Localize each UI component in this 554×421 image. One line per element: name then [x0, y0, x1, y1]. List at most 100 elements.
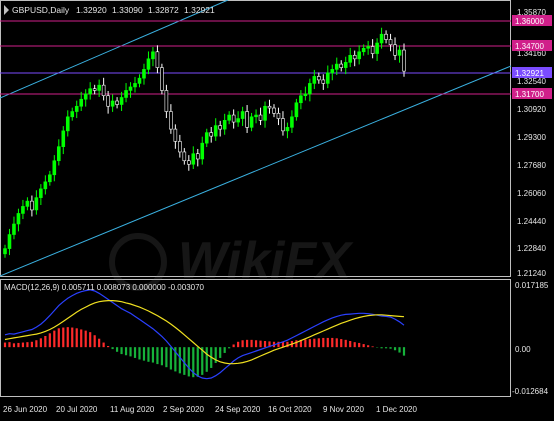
macd-axis: 0.017185 0.00 -0.012684: [512, 281, 549, 396]
candle: [34, 190, 39, 215]
candle-body: [92, 88, 97, 91]
time-tick-label: 1 Dec 2020: [376, 405, 417, 414]
candle: [308, 78, 312, 102]
candle: [155, 45, 160, 74]
candle-body: [402, 49, 406, 72]
candle-body: [173, 128, 178, 142]
candle: [370, 39, 375, 59]
candle: [52, 155, 57, 182]
price-tick-label: 1.32540: [517, 77, 546, 86]
candle: [343, 56, 348, 75]
candle: [101, 77, 106, 101]
candle: [30, 195, 34, 217]
candle: [160, 63, 164, 95]
ohlc-high: 1.33090: [112, 5, 143, 15]
candle-body: [325, 72, 330, 84]
candle-body: [191, 153, 196, 165]
price-tick-label: 1.26060: [517, 189, 546, 198]
candle-body: [169, 111, 173, 130]
candle-body: [366, 46, 370, 49]
candle: [379, 27, 384, 49]
candle: [115, 97, 119, 109]
candle: [21, 199, 25, 220]
candle-body: [339, 63, 344, 68]
candle-body: [43, 181, 48, 190]
candle-body: [384, 33, 388, 40]
candle: [231, 109, 236, 129]
candle-body: [388, 39, 393, 46]
candle-body: [70, 111, 75, 118]
candle: [48, 170, 52, 186]
candle: [321, 74, 326, 90]
candle-body: [16, 213, 21, 225]
candle: [191, 146, 196, 169]
candle: [92, 84, 97, 95]
time-tick-label: 9 Nov 2020: [323, 405, 364, 414]
candle-body: [12, 223, 16, 235]
candle: [142, 63, 146, 85]
candle-body: [308, 83, 312, 95]
candle-body: [397, 49, 402, 56]
candle-body: [25, 200, 30, 207]
candle-body: [101, 84, 106, 97]
candle: [254, 109, 258, 124]
candle: [88, 82, 92, 100]
time-tick-label: 16 Oct 2020: [268, 405, 312, 414]
candle: [169, 104, 173, 134]
candle: [375, 38, 379, 61]
candle: [146, 51, 151, 75]
candle-body: [56, 146, 61, 162]
candle: [83, 89, 88, 107]
candle-body: [3, 248, 7, 255]
level-tag-134700: 1.34700: [515, 42, 544, 51]
candle-body: [74, 105, 79, 112]
macd-tick-label: 0.017185: [515, 281, 549, 290]
candle-body: [317, 76, 321, 81]
candle-body: [240, 111, 245, 119]
candle-body: [379, 33, 384, 44]
candle-body: [285, 127, 290, 132]
candle-body: [195, 153, 200, 160]
candle: [245, 105, 249, 133]
macd-main-line: [4, 289, 405, 380]
candle-body: [21, 206, 25, 214]
candle: [16, 208, 21, 232]
candle-body: [352, 55, 357, 60]
candle: [79, 91, 84, 112]
candle-body: [357, 51, 361, 60]
candle: [61, 126, 66, 155]
candle: [285, 122, 290, 139]
candle: [195, 148, 200, 167]
candle-body: [106, 95, 110, 107]
candle: [119, 91, 124, 112]
candle: [128, 82, 133, 98]
candle-body: [227, 114, 231, 121]
candle: [402, 43, 406, 77]
candle: [25, 197, 30, 211]
candle: [325, 65, 330, 89]
candle: [263, 101, 267, 128]
candle: [173, 124, 178, 149]
candle-body: [97, 84, 101, 91]
candle-body: [83, 93, 88, 100]
candle: [222, 113, 227, 135]
candle-body: [34, 197, 39, 211]
candle: [204, 128, 209, 148]
candle-body: [30, 200, 34, 211]
candle: [393, 37, 397, 61]
candle: [110, 94, 115, 112]
candle-body: [370, 46, 375, 54]
time-axis: 26 Jun 2020 20 Jul 2020 11 Aug 2020 2 Se…: [3, 405, 417, 414]
candle-body: [361, 47, 366, 53]
current-price-tag: 1.32921: [515, 69, 544, 78]
watermark: WikiFX: [109, 232, 354, 291]
ohlc-close: 1.32921: [184, 5, 215, 15]
candle-body: [245, 111, 249, 128]
candle: [164, 84, 169, 119]
candle: [137, 74, 142, 88]
candle: [334, 57, 339, 75]
candle: [240, 106, 245, 126]
candle-body: [330, 69, 335, 74]
candle: [3, 244, 7, 258]
candle: [43, 175, 48, 195]
